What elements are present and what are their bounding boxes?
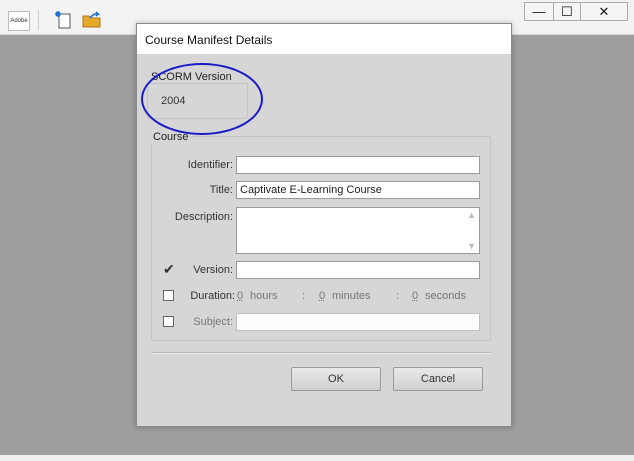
version-checkbox[interactable]: ✔: [163, 262, 175, 276]
app-logo: Adobe: [8, 11, 30, 31]
course-manifest-dialog: Course Manifest Details SCORM Version 20…: [136, 23, 512, 427]
scorm-version-value: 2004: [161, 95, 186, 107]
scorm-version-legend: SCORM Version: [149, 71, 234, 83]
subject-input[interactable]: [236, 313, 480, 331]
version-input[interactable]: [236, 261, 480, 279]
toolbar-separator: [38, 10, 39, 30]
description-label: Description:: [174, 211, 233, 223]
dialog-divider: [151, 352, 491, 354]
minimize-button[interactable]: —: [524, 2, 554, 21]
minutes-label: minutes: [332, 290, 371, 302]
version-label: Version:: [193, 264, 233, 276]
subject-label: Subject:: [193, 316, 233, 328]
colon-separator: :: [302, 290, 306, 302]
cancel-button[interactable]: Cancel: [393, 367, 483, 391]
subject-checkbox[interactable]: [163, 316, 174, 327]
identifier-label: Identifier:: [187, 159, 233, 171]
open-folder-icon[interactable]: [82, 10, 102, 30]
dialog-titlebar: Course Manifest Details: [137, 24, 511, 54]
minutes-input[interactable]: 0: [319, 290, 325, 302]
scroll-down-icon[interactable]: ▼: [467, 241, 476, 251]
host-status-strip: [0, 455, 634, 461]
identifier-input[interactable]: [236, 156, 480, 174]
colon-separator: :: [396, 290, 400, 302]
title-input[interactable]: [236, 181, 480, 199]
maximize-button[interactable]: ☐: [553, 2, 581, 21]
title-label: Title:: [209, 184, 233, 196]
seconds-label: seconds: [425, 290, 466, 302]
hours-label: hours: [250, 290, 278, 302]
seconds-input[interactable]: 0: [412, 290, 418, 302]
duration-checkbox[interactable]: [163, 290, 174, 301]
scroll-up-icon[interactable]: ▲: [467, 210, 476, 220]
ok-button[interactable]: OK: [291, 367, 381, 391]
description-textarea[interactable]: ▲ ▼: [236, 207, 480, 254]
hours-input[interactable]: 0: [237, 290, 243, 302]
new-document-icon[interactable]: [54, 10, 74, 30]
close-window-button[interactable]: ✕: [580, 2, 628, 21]
course-legend: Course: [151, 131, 191, 143]
duration-label: Duration:: [190, 290, 235, 302]
dialog-title: Course Manifest Details: [145, 33, 273, 47]
